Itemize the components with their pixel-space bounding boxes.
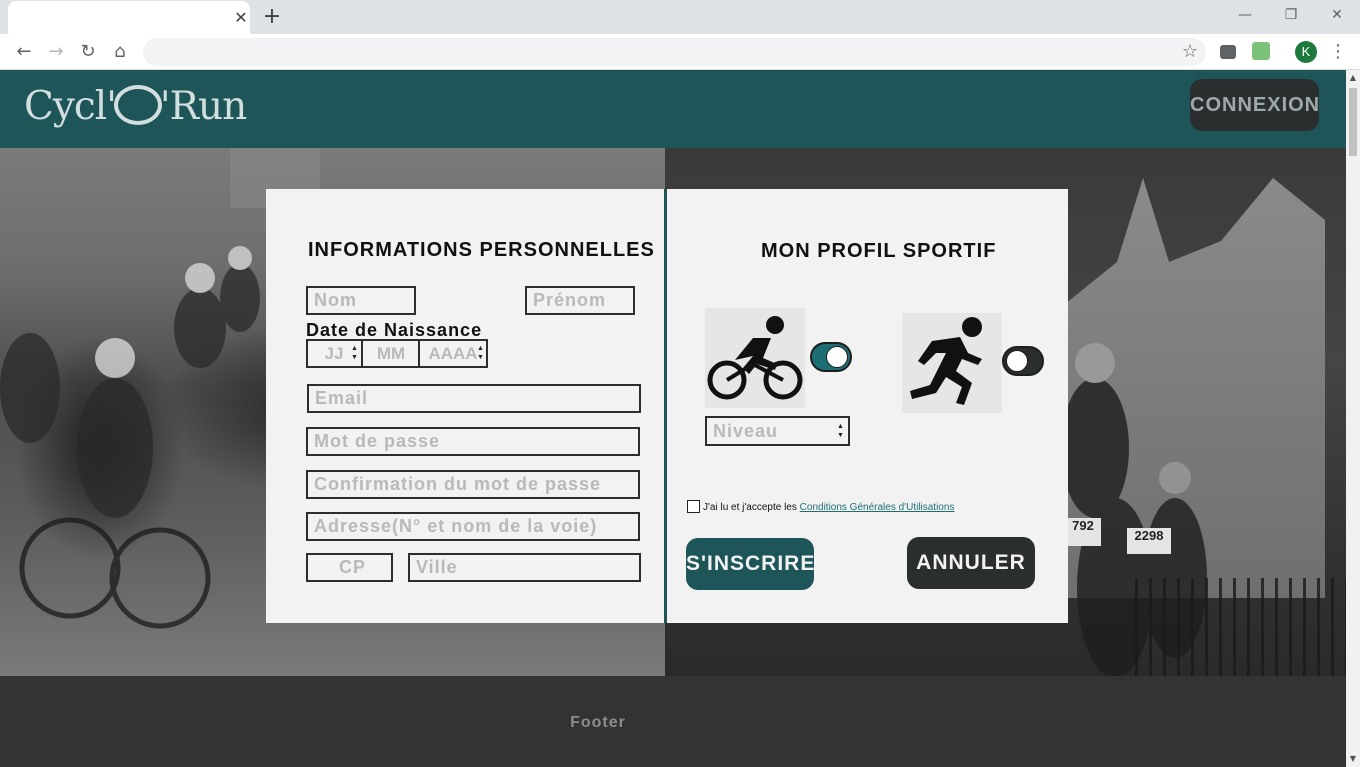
- close-window-icon[interactable]: ✕: [1323, 3, 1351, 27]
- browser-tabstrip: ✕ + — ❐ ✕: [0, 0, 1360, 34]
- spinner-icon: ▲ ▼: [351, 345, 358, 361]
- dob-month-text: MM: [376, 344, 406, 363]
- hero-background: 792 2298 INFORMATIONS PERSONNELLES Date …: [0, 148, 1346, 676]
- browser-tab[interactable]: ✕: [8, 1, 250, 34]
- spinner-icon: ▲ ▼: [477, 345, 484, 361]
- logo-o-icon: [113, 85, 162, 125]
- sport-profile-panel: MON PROFIL SPORTIF Niveau ▲ ▼ J'ai lu et…: [667, 189, 1068, 623]
- home-icon[interactable]: ⌂: [108, 40, 132, 64]
- running-toggle[interactable]: [1002, 346, 1044, 376]
- browser-menu-icon[interactable]: ⋮: [1329, 40, 1347, 64]
- scroll-up-icon[interactable]: ▲: [1349, 74, 1357, 82]
- race-bib-right: 2298: [1127, 528, 1171, 554]
- dob-year-select[interactable]: AAAA ▲ ▼: [420, 341, 486, 366]
- annuler-button[interactable]: ANNULER: [907, 537, 1035, 589]
- dob-day-select[interactable]: JJ ▲ ▼: [308, 341, 360, 366]
- footer-text: Footer: [570, 714, 626, 731]
- browser-toolbar: ← → ↻ ⌂ ☆ K ⋮: [0, 34, 1360, 70]
- dob-divider: [361, 341, 363, 366]
- dob-label: Date de Naissance: [306, 320, 483, 340]
- profile-avatar[interactable]: K: [1295, 41, 1317, 63]
- address-bar[interactable]: ☆: [143, 38, 1206, 66]
- ville-input[interactable]: [408, 553, 641, 582]
- extension-qr-icon[interactable]: [1220, 45, 1236, 59]
- minimize-icon[interactable]: —: [1231, 3, 1259, 27]
- reload-icon[interactable]: ↻: [76, 40, 100, 64]
- sport-profile-title: MON PROFIL SPORTIF: [761, 240, 997, 262]
- cgu-row: J'ai lu et j'accepte les Conditions Géné…: [687, 500, 954, 513]
- dob-field: JJ ▲ ▼ MM AAAA ▲ ▼: [306, 339, 488, 368]
- toggle-knob: [826, 346, 848, 368]
- page-viewport: Cycl' 'Run CONNEXION 792 2298 INFORMATIO…: [0, 70, 1346, 767]
- nom-input[interactable]: [306, 286, 416, 315]
- dob-day-text: JJ: [324, 344, 344, 363]
- address-input[interactable]: [306, 512, 640, 541]
- cp-input[interactable]: [306, 553, 393, 582]
- scroll-down-icon[interactable]: ▼: [1349, 755, 1357, 763]
- sinscrire-button[interactable]: S'INSCRIRE: [686, 538, 814, 590]
- confirm-password-input[interactable]: [306, 470, 640, 499]
- barrier-fence: [1135, 578, 1346, 676]
- close-tab-icon[interactable]: ✕: [232, 9, 250, 27]
- site-footer: Footer: [0, 676, 1346, 767]
- cgu-text: J'ai lu et j'accepte les: [703, 502, 800, 513]
- cgu-checkbox[interactable]: [687, 500, 700, 513]
- new-tab-icon[interactable]: +: [260, 5, 284, 29]
- personal-info-panel: INFORMATIONS PERSONNELLES Date de Naissa…: [266, 189, 664, 623]
- cgu-link[interactable]: Conditions Générales d'Utilisations: [800, 502, 955, 513]
- prenom-input[interactable]: [525, 286, 635, 315]
- spinner-icon: ▲ ▼: [837, 423, 845, 439]
- page-scrollbar[interactable]: ▲ ▼: [1346, 70, 1360, 767]
- logo-text-right: 'Run: [159, 84, 247, 129]
- site-header: Cycl' 'Run CONNEXION: [0, 70, 1346, 148]
- bookmark-star-icon[interactable]: ☆: [1182, 40, 1198, 64]
- personal-info-title: INFORMATIONS PERSONNELLES: [308, 239, 655, 261]
- connexion-button[interactable]: CONNEXION: [1190, 79, 1319, 131]
- restore-icon[interactable]: ❐: [1277, 3, 1305, 27]
- dob-month-select[interactable]: MM: [364, 341, 418, 366]
- runner-icon: [910, 317, 982, 405]
- extension-inbox-icon[interactable]: [1252, 42, 1270, 60]
- scroll-thumb[interactable]: [1349, 88, 1357, 156]
- forward-icon[interactable]: →: [44, 40, 68, 64]
- running-tile[interactable]: [902, 313, 1002, 413]
- site-logo[interactable]: Cycl' 'Run: [24, 84, 247, 134]
- dob-year-text: AAAA: [428, 344, 478, 363]
- email-input[interactable]: [307, 384, 641, 413]
- cyclist-icon: [707, 316, 803, 400]
- logo-text-left: Cycl': [24, 84, 117, 129]
- cycling-tile[interactable]: [705, 308, 805, 408]
- niveau-select[interactable]: Niveau ▲ ▼: [705, 416, 850, 446]
- race-bib-left: 792: [1065, 518, 1101, 546]
- password-input[interactable]: [306, 427, 640, 456]
- back-icon[interactable]: ←: [12, 40, 36, 64]
- niveau-text: Niveau: [713, 421, 779, 441]
- cycling-toggle[interactable]: [810, 342, 852, 372]
- toggle-knob: [1006, 350, 1028, 372]
